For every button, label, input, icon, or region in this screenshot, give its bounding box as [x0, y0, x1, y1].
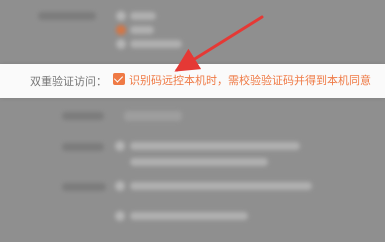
blurred-background-settings	[0, 0, 385, 242]
double-verification-description: 识别码远控本机时，需校验验证码并得到本机同意	[129, 74, 371, 87]
blurred-dropdown	[124, 111, 182, 121]
blurred-option-text-1	[130, 12, 156, 20]
double-verification-checkbox[interactable]	[113, 73, 125, 85]
double-verification-label: 双重验证访问：	[30, 75, 107, 88]
blurred-row-6	[0, 156, 385, 168]
blurred-row-8	[0, 210, 385, 222]
blurred-option-text-3	[130, 40, 182, 48]
blurred-radio-2	[116, 25, 126, 35]
blurred-label-5	[62, 143, 104, 151]
blurred-row-5	[0, 140, 385, 152]
blurred-radio-3	[116, 39, 126, 49]
screenshot-page: 双重验证访问： 识别码远控本机时，需校验验证码并得到本机同意	[0, 0, 385, 242]
blurred-label-7	[62, 183, 106, 191]
blurred-row-1	[0, 10, 385, 22]
blurred-row-2	[0, 24, 385, 36]
blurred-text-5a	[130, 142, 300, 150]
blurred-label-4	[62, 112, 104, 120]
blurred-option-text-2	[130, 26, 154, 34]
blurred-row-4	[0, 110, 385, 122]
blurred-check-7	[115, 181, 125, 191]
blurred-check-5	[115, 141, 125, 151]
blurred-check-8	[115, 211, 125, 221]
blurred-row-7	[0, 180, 385, 192]
blurred-row-3	[0, 38, 385, 50]
blurred-label-1	[38, 12, 96, 20]
blurred-text-7	[130, 182, 312, 190]
blurred-radio-1	[116, 11, 126, 21]
blurred-text-8	[130, 212, 248, 220]
blurred-text-6	[130, 158, 268, 166]
